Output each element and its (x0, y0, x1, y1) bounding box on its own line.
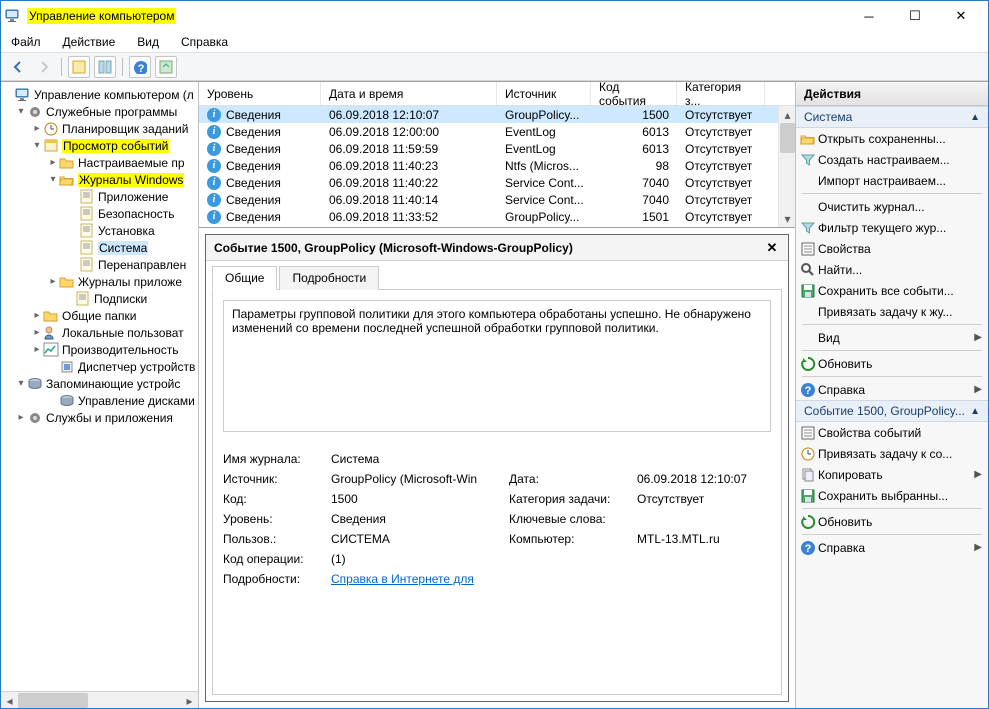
app-icon (5, 8, 21, 24)
action-attach-task-to-log[interactable]: Привязать задачу к жу... (796, 301, 988, 322)
tree-disk-management[interactable]: Управление дисками (3, 392, 198, 409)
tree-performance[interactable]: ▸Производительность (3, 341, 198, 358)
tree-device-manager[interactable]: Диспетчер устройств (3, 358, 198, 375)
actions-section-system[interactable]: Система▲ (796, 106, 988, 128)
action-event-properties[interactable]: Свойства событий (796, 422, 988, 443)
menu-file[interactable]: Файл (7, 33, 45, 51)
tree-log-setup[interactable]: Установка (3, 222, 198, 239)
tree-log-forwarded[interactable]: Перенаправлен (3, 256, 198, 273)
action-properties[interactable]: Свойства (796, 238, 988, 259)
toolbar-extra-button[interactable] (155, 56, 177, 78)
menu-action[interactable]: Действие (59, 33, 120, 51)
event-row[interactable]: iСведения06.09.2018 11:33:52GroupPolicy.… (199, 208, 795, 225)
online-help-link[interactable]: Справка в Интернете для (331, 572, 474, 586)
info-icon: i (207, 176, 221, 190)
tab-details[interactable]: Подробности (279, 266, 379, 290)
window-title: Управление компьютером (27, 8, 176, 24)
action-refresh[interactable]: Обновить (796, 353, 988, 374)
action-attach-task-to-event[interactable]: Привязать задачу к со... (796, 443, 988, 464)
tree-log-application[interactable]: Приложение (3, 188, 198, 205)
info-icon: i (207, 210, 221, 224)
col-source[interactable]: Источник (497, 82, 591, 105)
action-view-submenu[interactable]: Вид▶ (796, 327, 988, 348)
action-help-submenu[interactable]: Справка▶ (796, 379, 988, 400)
info-icon: i (207, 159, 221, 173)
tree-hscrollbar[interactable]: ◂ ▸ (1, 691, 198, 708)
event-row[interactable]: iСведения06.09.2018 11:40:22Service Cont… (199, 174, 795, 191)
actions-title: Действия (796, 82, 988, 106)
action-clear-log[interactable]: Очистить журнал... (796, 196, 988, 217)
action-save-selected-events[interactable]: Сохранить выбранны... (796, 485, 988, 506)
col-level[interactable]: Уровень (199, 82, 321, 105)
event-list-header: Уровень Дата и время Источник Код событи… (199, 82, 795, 106)
tree-subscriptions[interactable]: Подписки (3, 290, 198, 307)
action-copy-submenu[interactable]: Копировать▶ (796, 464, 988, 485)
info-icon: i (207, 142, 221, 156)
tree-scheduler[interactable]: ▸Планировщик заданий (3, 120, 198, 137)
action-refresh-2[interactable]: Обновить (796, 511, 988, 532)
info-icon: i (207, 108, 221, 122)
tree-log-system[interactable]: Система (3, 239, 198, 256)
menu-help[interactable]: Справка (177, 33, 232, 51)
event-list: Уровень Дата и время Источник Код событи… (199, 82, 795, 228)
event-row[interactable]: iСведения06.09.2018 11:40:23Ntfs (Micros… (199, 157, 795, 174)
actions-panel: Действия Система▲ Открыть сохраненны... … (796, 82, 988, 708)
maximize-button[interactable]: ☐ (892, 1, 938, 31)
tree-event-viewer[interactable]: ▾Просмотр событий (3, 137, 198, 154)
action-help-2-submenu[interactable]: Справка▶ (796, 537, 988, 558)
detail-close-button[interactable]: ✕ (764, 240, 780, 256)
action-create-custom-view[interactable]: Создать настраиваем... (796, 149, 988, 170)
tree-custom-views[interactable]: ▸Настраиваемые пр (3, 154, 198, 171)
tree-windows-logs[interactable]: ▾Журналы Windows (3, 171, 198, 188)
event-row[interactable]: iСведения06.09.2018 12:00:00EventLog6013… (199, 123, 795, 140)
nav-back-button[interactable] (7, 56, 29, 78)
toolbar-show-hide-tree[interactable] (68, 56, 90, 78)
tree-services-apps[interactable]: ▸Службы и приложения (3, 409, 198, 426)
toolbar-help-button[interactable] (129, 56, 151, 78)
info-icon: i (207, 193, 221, 207)
event-row[interactable]: iСведения06.09.2018 12:10:07GroupPolicy.… (199, 106, 795, 123)
event-row[interactable]: iСведения06.09.2018 11:40:14Service Cont… (199, 191, 795, 208)
close-button[interactable]: ✕ (938, 1, 984, 31)
tree-app-logs[interactable]: ▸Журналы приложе (3, 273, 198, 290)
col-eventid[interactable]: Код события (591, 82, 677, 105)
menu-view[interactable]: Вид (133, 33, 163, 51)
tree-shared-folders[interactable]: ▸Общие папки (3, 307, 198, 324)
tree-system-tools[interactable]: ▾Служебные программы (3, 103, 198, 120)
event-detail-pane: Событие 1500, GroupPolicy (Microsoft-Win… (205, 234, 789, 702)
actions-section-event[interactable]: Событие 1500, GroupPolicy...▲ (796, 400, 988, 422)
event-list-vscrollbar[interactable]: ▴ ▾ (778, 106, 795, 227)
event-detail-grid: Имя журнала:Система Источник:GroupPolicy… (223, 452, 771, 586)
col-category[interactable]: Категория з... (677, 82, 765, 105)
event-description: Параметры групповой политики для этого к… (223, 300, 771, 432)
tree-storage[interactable]: ▾Запоминающие устройс (3, 375, 198, 392)
detail-title: Событие 1500, GroupPolicy (Microsoft-Win… (214, 241, 573, 255)
action-open-saved-log[interactable]: Открыть сохраненны... (796, 128, 988, 149)
col-datetime[interactable]: Дата и время (321, 82, 497, 105)
tree-log-security[interactable]: Безопасность (3, 205, 198, 222)
nav-forward-button[interactable] (33, 56, 55, 78)
action-filter-current-log[interactable]: Фильтр текущего жур... (796, 217, 988, 238)
action-import-custom-view[interactable]: Импорт настраиваем... (796, 170, 988, 191)
titlebar: Управление компьютером ─ ☐ ✕ (1, 1, 988, 31)
toolbar (1, 53, 988, 81)
toolbar-properties-button[interactable] (94, 56, 116, 78)
action-find[interactable]: Найти... (796, 259, 988, 280)
tab-general[interactable]: Общие (212, 266, 277, 290)
action-save-all-events[interactable]: Сохранить все событи... (796, 280, 988, 301)
event-row[interactable]: iСведения06.09.2018 11:59:59EventLog6013… (199, 140, 795, 157)
minimize-button[interactable]: ─ (846, 1, 892, 31)
tree-root[interactable]: Управление компьютером (л (3, 86, 198, 103)
tree-local-users[interactable]: ▸Локальные пользоват (3, 324, 198, 341)
menubar: Файл Действие Вид Справка (1, 31, 988, 53)
info-icon: i (207, 125, 221, 139)
navigation-tree-panel: Управление компьютером (л ▾Служебные про… (1, 82, 199, 708)
